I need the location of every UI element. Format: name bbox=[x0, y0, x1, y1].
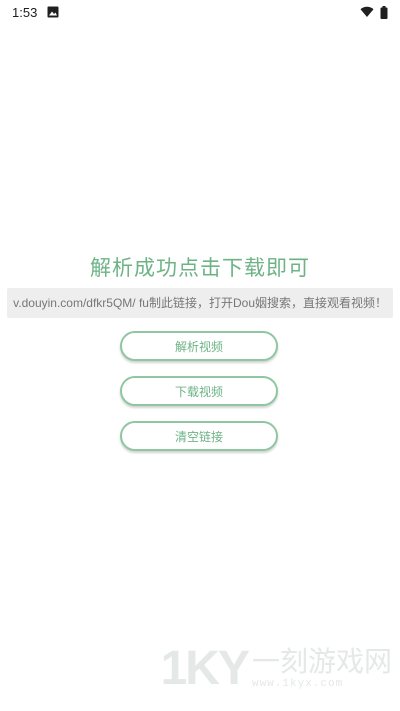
battery-icon bbox=[380, 5, 388, 19]
watermark-url: www.1kyx.com bbox=[251, 678, 344, 690]
app-screen: 1:53 解析成功点击下载即可 v.douyin.com/dfkr5QM/ fu… bbox=[0, 0, 400, 711]
watermark-name: 一刻游戏网 bbox=[251, 645, 392, 678]
parse-video-button[interactable]: 解析视频 bbox=[120, 331, 278, 361]
wifi-icon bbox=[360, 6, 374, 18]
image-icon bbox=[47, 6, 59, 18]
parse-video-label: 解析视频 bbox=[174, 339, 223, 354]
download-video-label: 下载视频 bbox=[174, 384, 223, 399]
link-input-value: v.douyin.com/dfkr5QM/ fu制此链接，打开Dou姻搜索，直接… bbox=[13, 296, 387, 310]
watermark-text: 一刻游戏网 www.1kyx.com bbox=[251, 645, 392, 691]
watermark: 1KY 一刻游戏网 www.1kyx.com bbox=[161, 645, 392, 693]
status-right bbox=[360, 5, 388, 19]
status-left: 1:53 bbox=[12, 5, 59, 20]
clear-link-label: 清空链接 bbox=[174, 429, 223, 444]
status-time: 1:53 bbox=[12, 4, 38, 20]
status-bar: 1:53 bbox=[0, 0, 400, 24]
link-input[interactable]: v.douyin.com/dfkr5QM/ fu制此链接，打开Dou姻搜索，直接… bbox=[7, 288, 393, 318]
page-title: 解析成功点击下载即可 bbox=[90, 256, 310, 280]
watermark-logo: 1KY bbox=[160, 642, 250, 695]
clear-link-button[interactable]: 清空链接 bbox=[120, 421, 278, 451]
download-video-button[interactable]: 下载视频 bbox=[120, 376, 278, 406]
